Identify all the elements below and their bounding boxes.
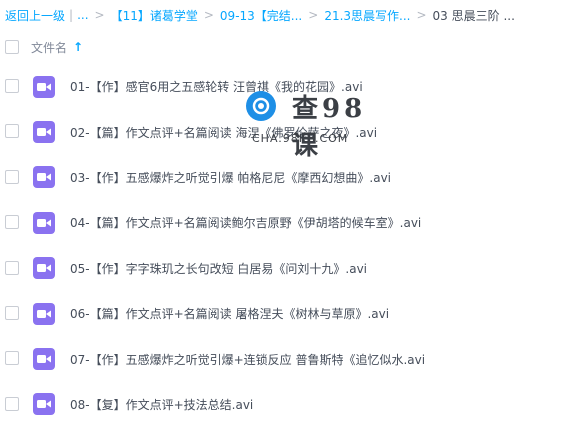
column-label: 文件名 xyxy=(31,40,68,55)
breadcrumb-item[interactable]: 【11】诸葛学堂 xyxy=(111,7,198,24)
row-checkbox[interactable] xyxy=(5,260,19,275)
file-name[interactable]: 02-【篇】作文点评+名篇阅读 海涅《佛罗伦萨之夜》.avi xyxy=(70,124,377,141)
row-checkbox[interactable] xyxy=(5,169,19,184)
video-file-icon xyxy=(33,75,55,98)
file-row[interactable]: 05-【作】字字珠玑之长句改短 白居易《问刘十九》.avi xyxy=(0,246,570,291)
file-name[interactable]: 04-【篇】作文点评+名篇阅读鲍尔吉原野《伊胡塔的候车室》.avi xyxy=(70,214,421,231)
breadcrumb-arrow: > xyxy=(203,8,214,22)
filename-column-header[interactable]: 文件名 ↑ xyxy=(31,39,83,56)
file-name[interactable]: 08-【复】作文点评+技法总结.avi xyxy=(70,396,253,413)
video-file-icon xyxy=(33,121,55,144)
row-checkbox[interactable] xyxy=(5,124,19,139)
file-row[interactable]: 08-【复】作文点评+技法总结.avi xyxy=(0,382,570,426)
file-name[interactable]: 03-【作】五感爆炸之听觉引爆 帕格尼尼《摩西幻想曲》.avi xyxy=(70,169,391,186)
row-checkbox[interactable] xyxy=(5,305,19,320)
video-file-icon xyxy=(33,211,55,234)
file-name[interactable]: 01-【作】感官6用之五感轮转 汪曾祺《我的花园》.avi xyxy=(70,78,363,95)
breadcrumb-arrow: > xyxy=(94,8,105,22)
breadcrumb-item[interactable]: 21.3思晨写作... xyxy=(324,7,410,24)
video-file-icon xyxy=(33,348,55,371)
file-row[interactable]: 07-【作】五感爆炸之听觉引爆+连锁反应 普鲁斯特《追忆似水.avi xyxy=(0,336,570,381)
breadcrumb-current: 03 思晨三阶 ... xyxy=(432,8,515,23)
list-header: 文件名 ↑ xyxy=(0,34,570,60)
breadcrumb-divider: | xyxy=(69,8,74,22)
file-list: 01-【作】感官6用之五感轮转 汪曾祺《我的花园》.avi 02-【篇】作文点评+… xyxy=(0,64,570,426)
video-file-icon xyxy=(33,393,55,416)
file-row[interactable]: 03-【作】五感爆炸之听觉引爆 帕格尼尼《摩西幻想曲》.avi xyxy=(0,155,570,200)
select-all-checkbox[interactable] xyxy=(5,40,19,54)
file-name[interactable]: 07-【作】五感爆炸之听觉引爆+连锁反应 普鲁斯特《追忆似水.avi xyxy=(70,351,425,368)
row-checkbox[interactable] xyxy=(5,396,19,411)
file-row[interactable]: 06-【篇】作文点评+名篇阅读 屠格涅夫《树林与草原》.avi xyxy=(0,291,570,336)
breadcrumb-arrow: > xyxy=(416,8,427,22)
breadcrumb-arrow: > xyxy=(308,8,319,22)
file-row[interactable]: 02-【篇】作文点评+名篇阅读 海涅《佛罗伦萨之夜》.avi xyxy=(0,109,570,154)
arrow-up-icon[interactable]: ↑ xyxy=(73,40,83,54)
row-checkbox[interactable] xyxy=(5,79,19,93)
row-checkbox[interactable] xyxy=(5,215,19,230)
video-file-icon xyxy=(33,302,55,325)
file-row[interactable]: 04-【篇】作文点评+名篇阅读鲍尔吉原野《伊胡塔的候车室》.avi xyxy=(0,200,570,245)
file-name[interactable]: 05-【作】字字珠玑之长句改短 白居易《问刘十九》.avi xyxy=(70,260,367,277)
breadcrumb: 返回上一级 | ... > 【11】诸葛学堂 > 09-13【完结... > 2… xyxy=(5,6,515,24)
row-checkbox[interactable] xyxy=(5,351,19,366)
video-file-icon xyxy=(33,257,55,280)
file-name[interactable]: 06-【篇】作文点评+名篇阅读 屠格涅夫《树林与草原》.avi xyxy=(70,305,389,322)
breadcrumb-ellipsis[interactable]: ... xyxy=(77,8,88,22)
back-link[interactable]: 返回上一级 xyxy=(5,7,65,24)
video-file-icon xyxy=(33,166,55,189)
file-row[interactable]: 01-【作】感官6用之五感轮转 汪曾祺《我的花园》.avi xyxy=(0,64,570,109)
breadcrumb-item[interactable]: 09-13【完结... xyxy=(220,7,302,24)
